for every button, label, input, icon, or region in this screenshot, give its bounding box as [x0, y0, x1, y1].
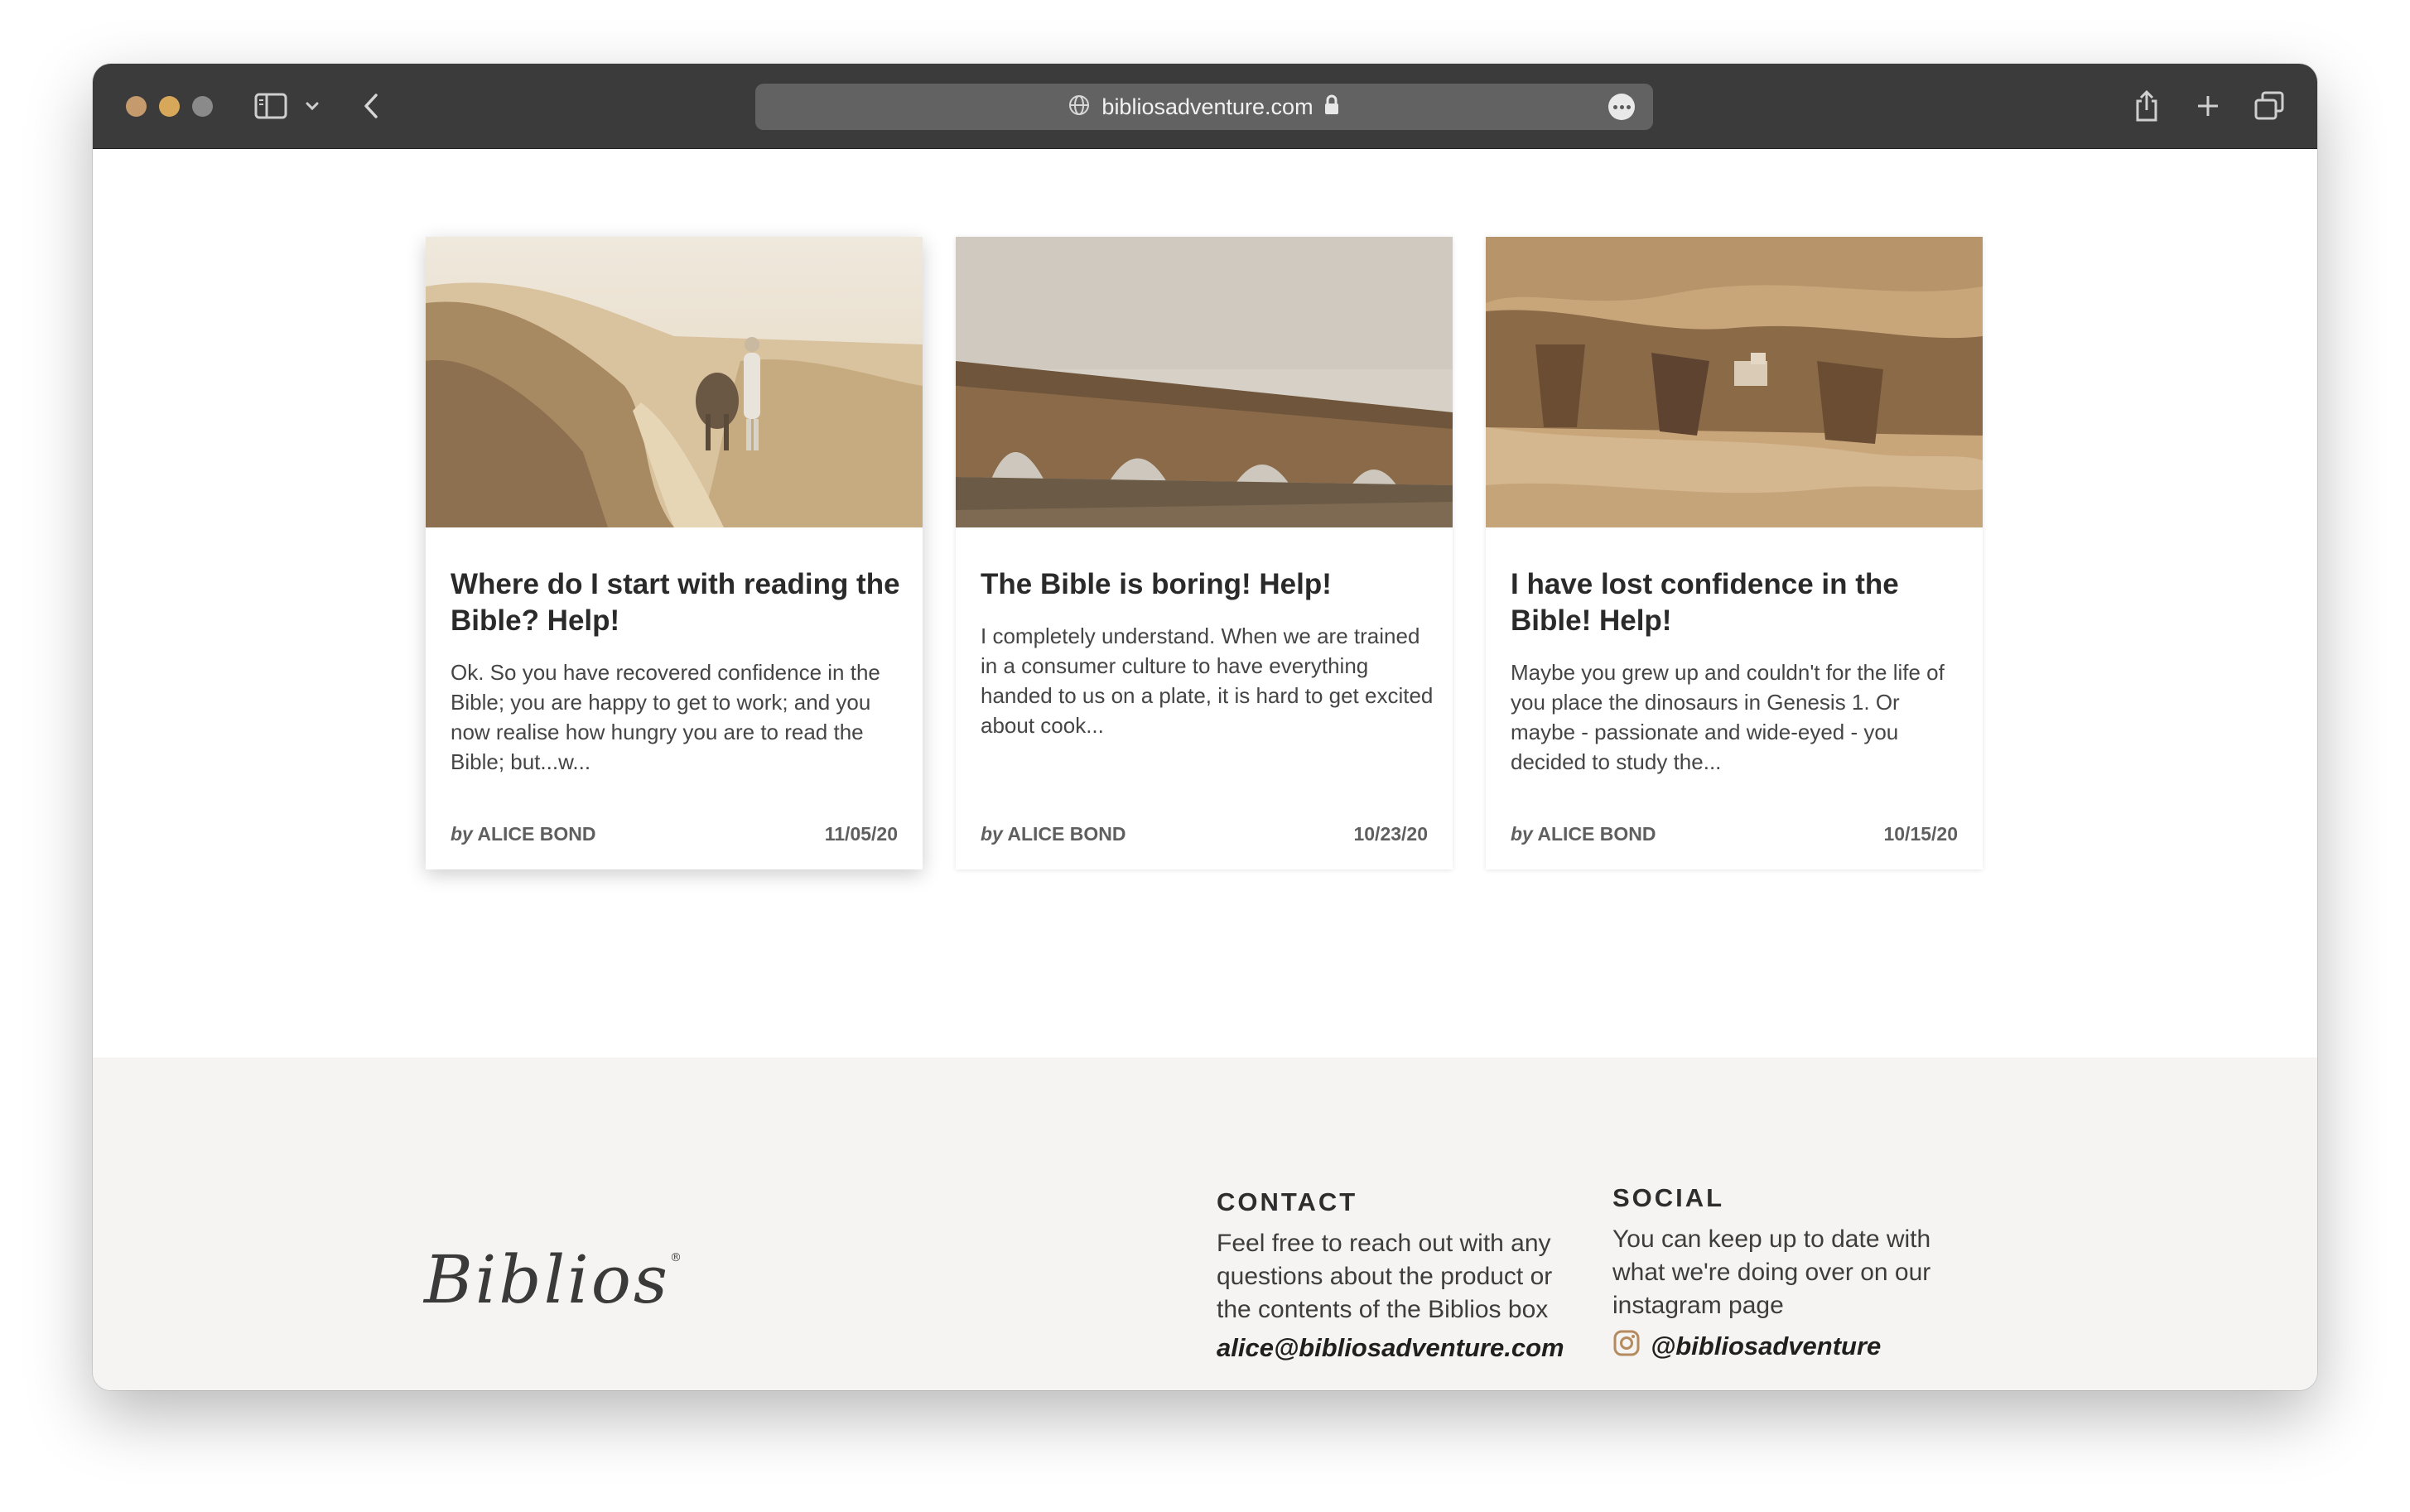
contact-section: CONTACT Feel free to reach out with any … — [1217, 1187, 1564, 1363]
post-title[interactable]: I have lost confidence in the Bible! Hel… — [1511, 566, 1964, 639]
post-date: 11/05/20 — [824, 822, 898, 845]
social-section: SOCIAL You can keep up to date with what… — [1612, 1183, 1960, 1364]
lock-icon — [1323, 94, 1340, 120]
contact-text: Feel free to reach out with any question… — [1217, 1230, 1553, 1323]
post-excerpt: Ok. So you have recovered confidence in … — [451, 660, 880, 774]
site-footer: Biblios® CONTACT Feel free to reach out … — [93, 1057, 2317, 1390]
contact-heading: CONTACT — [1217, 1187, 1358, 1216]
post-excerpt: I completely understand. When we are tra… — [981, 624, 1434, 738]
post-excerpt: Maybe you grew up and couldn't for the l… — [1511, 660, 1945, 774]
page-menu-icon[interactable] — [1608, 94, 1635, 120]
url-text: bibliosadventure.com — [1101, 94, 1313, 119]
biblios-logo[interactable]: Biblios® — [424, 1241, 684, 1318]
post-author: by ALICE BOND — [1511, 822, 1656, 845]
post-card[interactable]: Where do I start with reading the Bible?… — [426, 237, 923, 869]
post-author: by ALICE BOND — [451, 822, 596, 845]
minimize-window-button[interactable] — [159, 96, 180, 117]
post-card[interactable]: The Bible is boring! Help! I completely … — [956, 237, 1453, 869]
post-date: 10/15/20 — [1883, 822, 1958, 845]
browser-window: bibliosadventure.com Where do I start wi… — [93, 64, 2317, 1390]
tab-overview-icon[interactable] — [2253, 89, 2286, 123]
back-icon[interactable] — [359, 89, 383, 123]
page-content: Where do I start with reading the Bible?… — [93, 149, 2317, 1057]
globe-icon — [1068, 94, 1090, 120]
contact-email-link[interactable]: alice@bibliosadventure.com — [1217, 1333, 1564, 1363]
instagram-link[interactable]: @bibliosadventure — [1612, 1329, 1960, 1364]
address-bar[interactable]: bibliosadventure.com — [755, 84, 1653, 130]
browser-toolbar: bibliosadventure.com — [93, 64, 2317, 149]
instagram-handle: @bibliosadventure — [1651, 1331, 1882, 1360]
post-title[interactable]: The Bible is boring! Help! — [981, 566, 1434, 603]
post-title[interactable]: Where do I start with reading the Bible?… — [451, 566, 904, 639]
chevron-down-icon[interactable] — [303, 89, 321, 123]
post-meta: by ALICE BOND 11/05/20 — [451, 821, 898, 846]
share-icon[interactable] — [2132, 89, 2162, 123]
close-window-button[interactable] — [126, 96, 147, 117]
post-author: by ALICE BOND — [981, 822, 1126, 845]
social-text: You can keep up to date with what we're … — [1612, 1225, 1931, 1319]
aqueduct-photo[interactable] — [956, 237, 1453, 527]
instagram-icon — [1612, 1329, 1641, 1364]
post-card[interactable]: I have lost confidence in the Bible! Hel… — [1486, 237, 1983, 869]
post-date: 10/23/20 — [1353, 822, 1428, 845]
new-tab-icon[interactable] — [2193, 89, 2223, 123]
post-meta: by ALICE BOND 10/15/20 — [1511, 821, 1958, 846]
social-heading: SOCIAL — [1612, 1183, 1725, 1212]
zoom-window-button[interactable] — [192, 96, 213, 117]
desert-donkey-photo[interactable] — [426, 237, 923, 527]
canyon-monastery-photo[interactable] — [1486, 237, 1983, 527]
sidebar-toggle-icon[interactable] — [253, 89, 288, 123]
post-meta: by ALICE BOND 10/23/20 — [981, 821, 1428, 846]
